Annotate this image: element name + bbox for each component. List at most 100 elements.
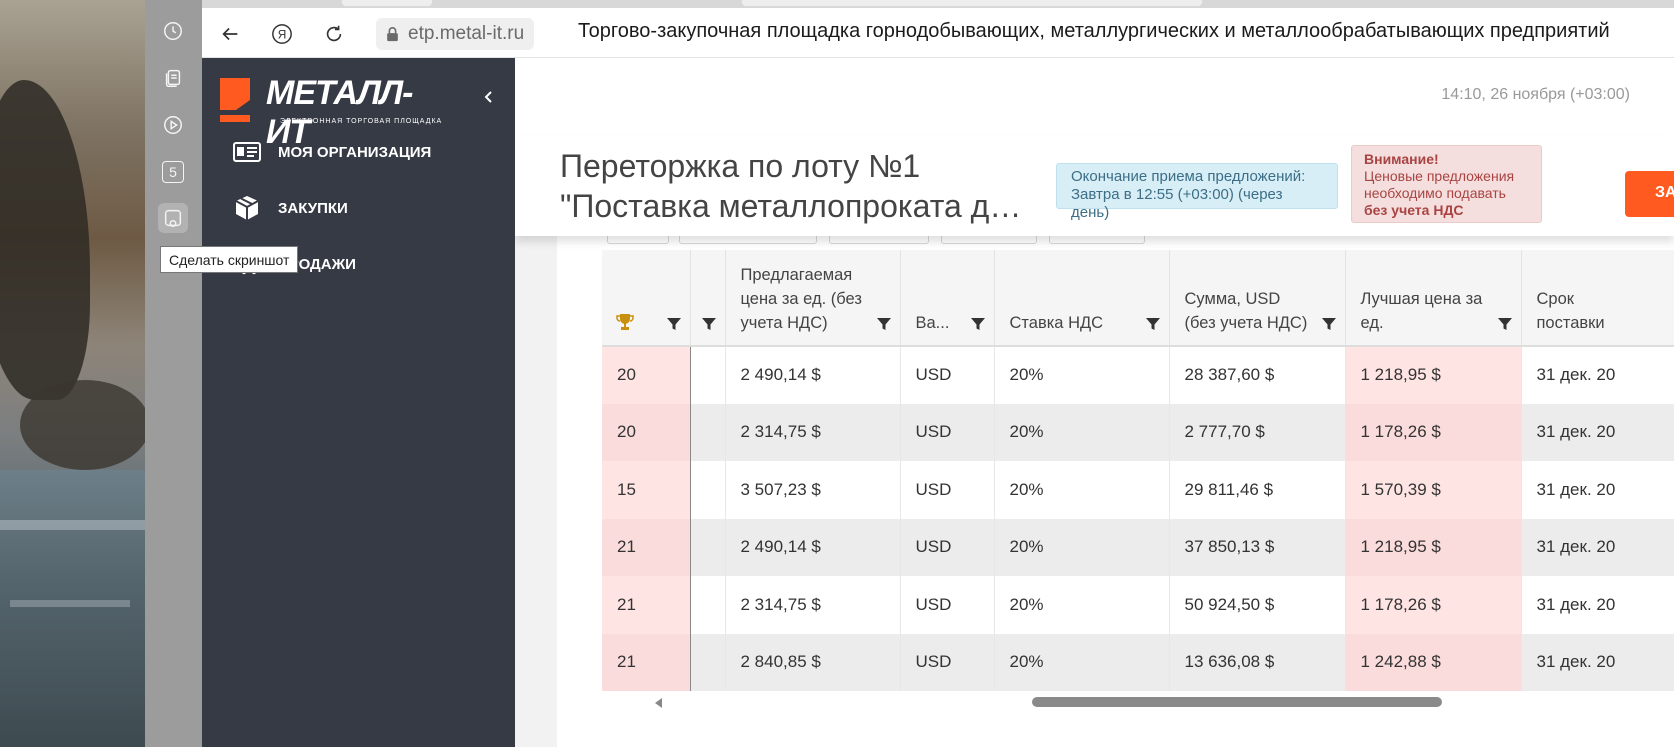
logo[interactable]: МЕТАЛЛ-ИТ ЭЛЕКТРОННАЯ ТОРГОВАЯ ПЛОЩАДКА — [220, 74, 450, 151]
table-row[interactable]: 20 2 490,14 $ USD 20% 28 387,60 $1 218,95 $3… — [602, 346, 1674, 404]
filter-icon[interactable] — [970, 317, 985, 331]
col-header-currency[interactable]: Ва... — [900, 250, 995, 347]
table-row[interactable]: 21 2 490,14 $ USD 20% 37 850,13 $1 218,95 $3… — [602, 518, 1674, 576]
table-row[interactable]: 21 2 314,75 $ USD 20% 50 924,50 $1 178,26 $3… — [602, 576, 1674, 634]
filter-icon[interactable] — [1145, 317, 1160, 331]
warning-bold: без учета НДС — [1364, 202, 1464, 218]
top-strip: 14:10, 26 ноября (+03:00) — [515, 58, 1674, 136]
blank-cell — [690, 346, 726, 404]
currency-cell: USD — [900, 576, 995, 634]
col-header-sum[interactable]: Сумма, USD (без учета НДС) — [1169, 250, 1346, 347]
warning-line1: Ценовые предложения — [1364, 168, 1515, 184]
delivery-date-cell: 31 дек. 20 — [1521, 518, 1674, 576]
lot-title-line1: Переторжка по лоту №1 — [560, 148, 921, 184]
logo-subtext: ЭЛЕКТРОННАЯ ТОРГОВАЯ ПЛОЩАДКА — [280, 118, 443, 125]
best-price-cell: 1 178,26 $ — [1345, 576, 1522, 634]
rank-cell: 21 — [602, 518, 691, 576]
blank-cell — [690, 461, 726, 519]
offers-table-panel: Предлагаемая цена за ед. (без учета НДС)… — [557, 236, 1674, 747]
address-bar[interactable]: etp.metal-it.ru — [376, 18, 535, 50]
col-header-rank[interactable] — [602, 250, 691, 347]
filter-icon[interactable] — [701, 317, 716, 331]
sum-cell: 29 811,46 $ — [1169, 461, 1346, 519]
offered-price-cell: 2 314,75 $ — [725, 403, 901, 461]
filter-chip[interactable] — [941, 236, 1037, 244]
rank-cell: 21 — [602, 633, 691, 691]
collapse-sidebar-icon[interactable] — [478, 86, 500, 108]
delivery-date-cell: 31 дек. 20 — [1521, 633, 1674, 691]
browser-toolbar: Я etp.metal-it.ru Торгово-закупочная пло… — [202, 0, 1674, 58]
filter-chip[interactable] — [1049, 236, 1145, 244]
back-icon[interactable] — [216, 20, 244, 48]
sidebar-item-purchases[interactable]: ЗАКУПКИ — [232, 188, 348, 228]
col-header-offered-price[interactable]: Предлагаемая цена за ед. (без учета НДС) — [725, 250, 901, 347]
blank-cell — [690, 576, 726, 634]
vat-rate-cell: 20% — [994, 461, 1170, 519]
blank-cell — [690, 633, 726, 691]
reload-icon[interactable] — [320, 20, 348, 48]
sum-cell: 13 636,08 $ — [1169, 633, 1346, 691]
table-row[interactable]: 15 3 507,23 $ USD 20% 29 811,46 $1 570,39 $3… — [602, 461, 1674, 519]
yandex-icon[interactable]: Я — [268, 20, 296, 48]
warning-title: Внимание! — [1364, 151, 1439, 167]
table-row[interactable]: 21 2 840,85 $ USD 20% 13 636,08 $1 242,88 $3… — [602, 633, 1674, 691]
offered-price-cell: 2 840,85 $ — [725, 633, 901, 691]
svg-text:Я: Я — [278, 28, 287, 42]
logo-mark-icon — [220, 78, 250, 122]
col-header-vat-rate[interactable]: Ставка НДС — [994, 250, 1170, 347]
filter-chip[interactable] — [829, 236, 929, 244]
filter-icon[interactable] — [1321, 317, 1336, 331]
delivery-date-cell: 31 дек. 20 — [1521, 346, 1674, 404]
horizontal-scrollbar[interactable] — [557, 694, 1674, 710]
currency-cell: USD — [900, 461, 995, 519]
filter-icon[interactable] — [876, 317, 891, 331]
vat-rate-cell: 20% — [994, 403, 1170, 461]
table-row[interactable]: 20 2 314,75 $ USD 20% 2 777,70 $1 178,26 $31… — [602, 403, 1674, 461]
col-header-delivery-date[interactable]: Срок поставки — [1521, 250, 1674, 347]
filter-chips — [607, 236, 1674, 246]
sum-cell: 28 387,60 $ — [1169, 346, 1346, 404]
table-header-row: Предлагаемая цена за ед. (без учета НДС)… — [602, 250, 1674, 347]
history-icon[interactable] — [158, 16, 188, 46]
best-price-cell: 1 218,95 $ — [1345, 346, 1522, 404]
offered-price-cell: 2 490,14 $ — [725, 346, 901, 404]
col-header-best-price[interactable]: Лучшая цена за ед. — [1345, 250, 1522, 347]
rank-cell: 15 — [602, 461, 691, 519]
screenshot-tooltip: Сделать скриншот — [160, 246, 299, 273]
tabs-count-badge[interactable]: 5 — [162, 161, 184, 183]
vat-warning: Внимание! Ценовые предложения необходимо… — [1351, 145, 1542, 223]
screenshot-icon[interactable] — [158, 203, 188, 233]
scroll-left-icon[interactable] — [655, 698, 662, 708]
best-price-cell: 1 242,88 $ — [1345, 633, 1522, 691]
filter-chip[interactable] — [607, 236, 669, 244]
filter-icon[interactable] — [666, 317, 681, 331]
filter-chip[interactable] — [679, 236, 817, 244]
rank-cell: 20 — [602, 403, 691, 461]
filter-icon[interactable] — [1497, 317, 1512, 331]
best-price-cell: 1 178,26 $ — [1345, 403, 1522, 461]
lot-title-line2: "Поставка металлопроката дл... — [560, 188, 1030, 224]
blank-cell — [690, 518, 726, 576]
sum-cell: 2 777,70 $ — [1169, 403, 1346, 461]
sidebar-item-my-organization[interactable]: МОЯ ОРГАНИЗАЦИЯ — [232, 132, 431, 172]
lock-icon — [387, 27, 398, 42]
col-header-blank[interactable] — [690, 250, 726, 347]
url-text: etp.metal-it.ru — [408, 23, 525, 44]
page-title: Торгово-закупочная площадка горнодобываю… — [578, 20, 1610, 42]
scrollbar-thumb[interactable] — [1032, 697, 1442, 707]
browser-side-panel: 5 — [145, 0, 202, 747]
lot-title: Переторжка по лоту №1 "Поставка металлоп… — [560, 146, 1030, 226]
currency-cell: USD — [900, 518, 995, 576]
collections-icon[interactable] — [158, 63, 188, 93]
best-price-cell: 1 218,95 $ — [1345, 518, 1522, 576]
play-icon[interactable] — [158, 110, 188, 140]
box-icon — [232, 193, 262, 223]
vat-rate-cell: 20% — [994, 576, 1170, 634]
app-sidebar: МЕТАЛЛ-ИТ ЭЛЕКТРОННАЯ ТОРГОВАЯ ПЛОЩАДКА … — [202, 58, 515, 747]
offered-price-cell: 2 314,75 $ — [725, 576, 901, 634]
submit-offer-button[interactable]: ЗА — [1625, 171, 1674, 217]
main-content: 14:10, 26 ноября (+03:00) Переторжка по … — [515, 58, 1674, 747]
sidebar-item-label: ЗАКУПКИ — [278, 199, 348, 217]
currency-cell: USD — [900, 403, 995, 461]
offered-price-cell: 3 507,23 $ — [725, 461, 901, 519]
